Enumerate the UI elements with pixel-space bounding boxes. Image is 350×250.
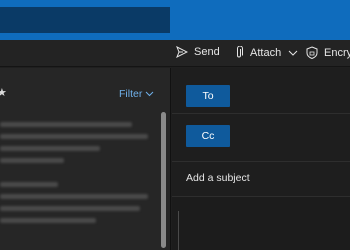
search-box[interactable] <box>0 7 170 33</box>
compose-pane: To Cc Add a subject <box>172 68 350 250</box>
filter-label: Filter <box>119 88 143 100</box>
blurred-message-line <box>0 134 148 139</box>
shield-lock-icon <box>306 46 318 59</box>
subject-input[interactable]: Add a subject <box>186 172 250 184</box>
chevron-down-icon <box>288 50 298 56</box>
blurred-message-line <box>0 158 64 163</box>
attach-button[interactable]: Attach <box>234 46 299 59</box>
blurred-message-line <box>0 182 58 187</box>
message-list-scrollbar[interactable] <box>161 112 166 248</box>
message-body-editor[interactable] <box>172 196 350 250</box>
editor-edge-line <box>178 211 179 250</box>
star-icon[interactable]: ★ <box>0 86 7 99</box>
to-row: To <box>172 68 350 114</box>
encrypt-label: Encry <box>324 46 350 59</box>
send-button[interactable]: Send <box>176 46 220 58</box>
blurred-message-line <box>0 146 100 151</box>
chevron-down-icon <box>145 91 154 97</box>
app-header-bar <box>0 0 350 40</box>
blurred-message-line <box>0 206 140 211</box>
cc-button[interactable]: Cc <box>186 125 230 147</box>
message-list-pane: ★ Filter <box>0 68 171 250</box>
to-button[interactable]: To <box>186 85 230 107</box>
send-icon <box>176 46 188 58</box>
send-label: Send <box>194 46 220 58</box>
blurred-message-line <box>0 218 96 223</box>
blurred-message-line <box>0 122 132 127</box>
blurred-message-line <box>0 194 148 199</box>
cc-row: Cc <box>172 114 350 162</box>
encrypt-button[interactable]: Encry <box>306 46 350 59</box>
filter-button[interactable]: Filter <box>119 88 154 100</box>
attach-label: Attach <box>250 46 282 59</box>
compose-toolbar: Send Attach Encry <box>0 40 350 67</box>
paperclip-icon <box>237 46 243 58</box>
